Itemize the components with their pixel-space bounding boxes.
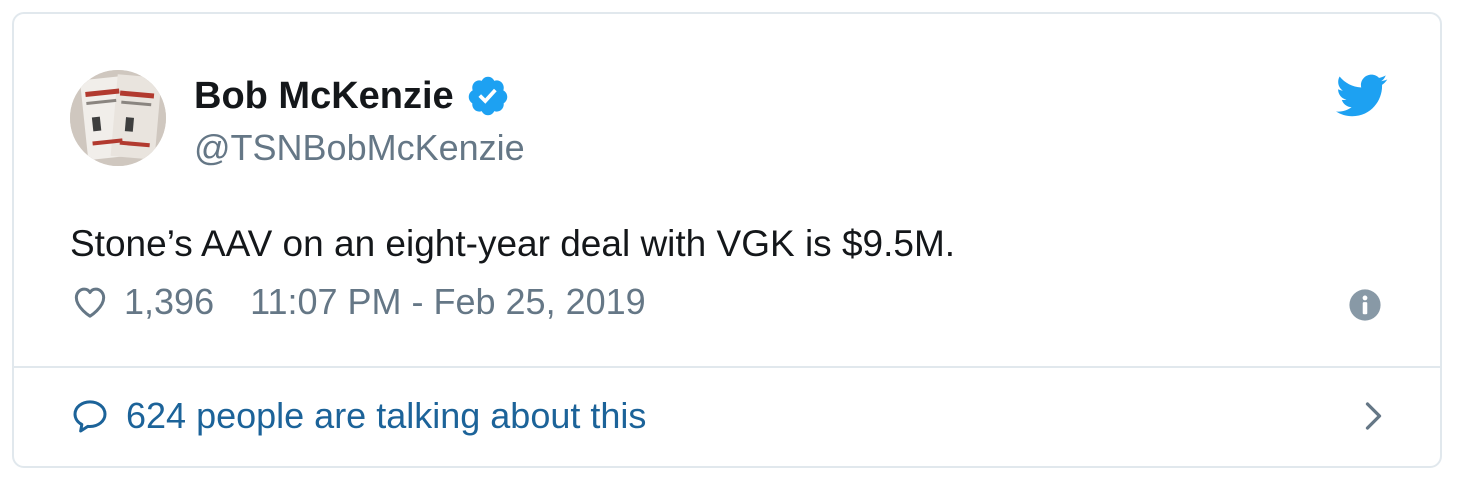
verified-badge-icon bbox=[466, 74, 510, 118]
tweet-timestamp[interactable]: 11:07 PM - Feb 25, 2019 bbox=[250, 278, 646, 326]
author-display-name[interactable]: Bob McKenzie bbox=[194, 74, 454, 118]
heart-icon bbox=[70, 282, 110, 322]
author-name-row[interactable]: Bob McKenzie bbox=[194, 74, 510, 118]
speech-bubble-icon bbox=[70, 396, 110, 436]
conversation-count-text: 624 people are talking about this bbox=[126, 395, 647, 436]
like-button[interactable]: 1,396 bbox=[70, 278, 214, 326]
chevron-right-icon bbox=[1354, 398, 1390, 434]
avatar[interactable] bbox=[70, 70, 166, 166]
tweet-meta-row: 1,396 11:07 PM - Feb 25, 2019 bbox=[70, 278, 646, 326]
conversation-link[interactable]: 624 people are talking about this bbox=[70, 388, 1390, 444]
info-icon[interactable] bbox=[1348, 288, 1382, 322]
avatar-image bbox=[70, 70, 166, 166]
tweet-card: Bob McKenzie @TSNBobMcKenzie Stone’s AAV… bbox=[12, 12, 1442, 468]
like-count: 1,396 bbox=[124, 281, 215, 322]
author-handle[interactable]: @TSNBobMcKenzie bbox=[194, 126, 525, 170]
twitter-bird-icon[interactable] bbox=[1336, 74, 1388, 118]
footer-divider bbox=[14, 366, 1440, 368]
tweet-text: Stone’s AAV on an eight-year deal with V… bbox=[70, 223, 956, 264]
